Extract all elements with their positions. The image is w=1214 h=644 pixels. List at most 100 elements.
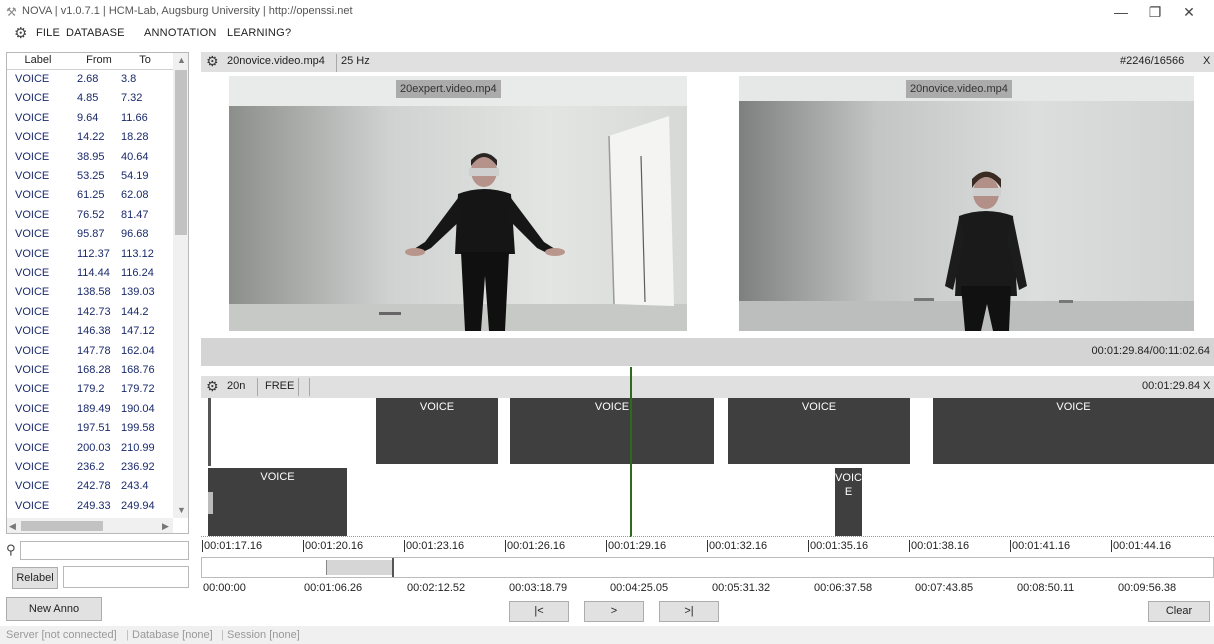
horizontal-scroll-thumb[interactable]: [21, 521, 103, 531]
menu-help[interactable]: ?: [285, 27, 291, 39]
row-to: 162.04: [121, 344, 155, 357]
table-row[interactable]: VOICE 249.33 249.94: [7, 498, 173, 515]
menu-database[interactable]: DATABASE: [66, 27, 125, 39]
overview-cursor[interactable]: [392, 558, 394, 577]
table-row[interactable]: VOICE 242.78 243.4: [7, 478, 173, 495]
table-row[interactable]: VOICE 95.87 96.68: [7, 226, 173, 243]
scroll-left-icon[interactable]: ◀: [9, 521, 16, 532]
voice-segment[interactable]: VOICE: [208, 468, 347, 536]
video-settings-gear-icon[interactable]: ⚙: [206, 53, 219, 70]
row-to: 210.99: [121, 441, 155, 454]
status-separator: |: [221, 629, 224, 641]
table-row[interactable]: VOICE 236.2 236.92: [7, 459, 173, 476]
table-row[interactable]: VOICE 61.25 62.08: [7, 187, 173, 204]
annotation-track-1[interactable]: VOICE VOICE VOICE VOICE: [201, 398, 1214, 466]
table-row[interactable]: VOICE 2.68 3.8: [7, 71, 173, 88]
segment-label: VOICE: [1056, 401, 1091, 413]
vertical-scroll-thumb[interactable]: [175, 70, 187, 235]
timeline-ruler[interactable]: 00:01:17.16 00:01:20.16 00:01:23.16 00:0…: [201, 536, 1214, 556]
column-to[interactable]: To: [121, 54, 169, 66]
media-position-bar[interactable]: 00:01:29.84/00:11:02.64: [201, 338, 1214, 366]
new-anno-button[interactable]: New Anno: [6, 597, 102, 621]
overview-tick: 00:03:18.79: [509, 582, 568, 594]
table-row[interactable]: VOICE 142.73 144.2: [7, 304, 173, 321]
close-tier-button[interactable]: X: [1203, 380, 1210, 392]
row-from: 114.44: [77, 267, 110, 279]
row-from: 249.33: [77, 499, 111, 512]
row-label: VOICE: [15, 383, 50, 396]
jump-to-start-button[interactable]: |<: [509, 601, 569, 622]
novice-video-label: 20novice.video.mp4: [906, 80, 1012, 98]
close-window-button[interactable]: ✕: [1166, 0, 1212, 24]
table-row[interactable]: VOICE 112.37 113.12: [7, 246, 173, 263]
scroll-up-icon[interactable]: ▲: [177, 55, 186, 65]
close-video-button[interactable]: X: [1203, 55, 1210, 67]
table-row[interactable]: VOICE 146.38 147.12: [7, 323, 173, 340]
table-row[interactable]: VOICE 76.52 81.47: [7, 207, 173, 224]
voice-segment[interactable]: VOICE: [933, 398, 1214, 464]
relabel-button[interactable]: Relabel: [12, 567, 58, 589]
menu-annotation[interactable]: ANNOTATION: [144, 27, 216, 39]
table-row[interactable]: VOICE 168.28 168.76: [7, 362, 173, 379]
row-to: 96.68: [121, 228, 149, 241]
row-to: 116.24: [121, 267, 154, 279]
jump-to-end-button[interactable]: >|: [659, 601, 719, 622]
row-to: 144.2: [121, 305, 149, 318]
overview-range-thumb[interactable]: [326, 560, 394, 575]
table-row[interactable]: VOICE 200.03 210.99: [7, 440, 173, 457]
row-label: VOICE: [15, 73, 50, 85]
table-row[interactable]: VOICE 38.95 40.64: [7, 149, 173, 166]
timeline-tick: 00:01:20.16: [303, 540, 364, 552]
tier-settings-gear-icon[interactable]: ⚙: [206, 378, 219, 395]
voice-segment[interactable]: VOIC E: [835, 468, 862, 536]
clear-button[interactable]: Clear: [1148, 601, 1210, 622]
voice-segment[interactable]: VOICE: [376, 398, 498, 464]
playhead-cursor[interactable]: [630, 367, 632, 537]
segment-handle[interactable]: [208, 492, 213, 514]
voice-segment[interactable]: VOICE: [728, 398, 910, 464]
table-row[interactable]: VOICE 4.85 7.32: [7, 90, 173, 107]
menu-file[interactable]: FILE: [36, 27, 60, 39]
tier-time: 00:01:29.84: [1142, 380, 1201, 392]
annotation-track-2[interactable]: VOICE VOIC E: [201, 468, 1214, 536]
settings-gear-icon[interactable]: ⚙: [14, 25, 27, 42]
overview-scroller[interactable]: [201, 557, 1214, 578]
row-label: VOICE: [15, 402, 50, 415]
table-row[interactable]: VOICE 53.25 54.19: [7, 168, 173, 185]
tier-mode[interactable]: FREE: [265, 380, 294, 392]
row-label: VOICE: [15, 364, 50, 376]
row-label: VOICE: [15, 441, 50, 454]
menu-learning[interactable]: LEARNING: [227, 27, 285, 39]
row-to: 40.64: [121, 150, 149, 163]
table-row[interactable]: VOICE 147.78 162.04: [7, 343, 173, 360]
segment-label: VOIC E: [835, 472, 862, 498]
annotation-table[interactable]: Label From To VOICE 2.68 3.8 VOICE 4.85 7.32 V…: [6, 52, 189, 534]
novice-video[interactable]: 20novice.video.mp4: [739, 76, 1194, 331]
search-input[interactable]: [20, 541, 189, 560]
table-row[interactable]: VOICE 138.58 139.03: [7, 284, 173, 301]
row-from: 147.78: [77, 344, 111, 357]
table-row[interactable]: VOICE 14.22 18.28: [7, 129, 173, 146]
status-session: Session [none]: [227, 629, 300, 641]
column-label[interactable]: Label: [7, 54, 69, 66]
scroll-right-icon[interactable]: ▶: [162, 521, 169, 532]
table-row[interactable]: VOICE 114.44 116.24: [7, 265, 173, 282]
row-from: 138.58: [77, 286, 111, 299]
table-row[interactable]: VOICE 189.49 190.04: [7, 401, 173, 418]
play-button[interactable]: >: [584, 601, 644, 622]
column-from[interactable]: From: [77, 54, 121, 66]
voice-segment[interactable]: VOICE: [510, 398, 714, 464]
table-row[interactable]: VOICE 197.51 199.58: [7, 420, 173, 437]
scroll-down-icon[interactable]: ▼: [177, 505, 186, 515]
table-row[interactable]: VOICE 9.64 11.66: [7, 110, 173, 127]
timeline-tick: 00:01:17.16: [202, 540, 263, 552]
table-row[interactable]: VOICE 179.2 179.72: [7, 381, 173, 398]
segment-label: VOICE: [801, 401, 837, 413]
media-position: 00:01:29.84/00:11:02.64: [1091, 345, 1210, 357]
expert-video[interactable]: 20expert.video.mp4: [229, 76, 687, 331]
row-to: 249.94: [121, 499, 155, 512]
row-from: 200.03: [77, 441, 111, 454]
relabel-input[interactable]: [63, 566, 189, 588]
segment-edge: [208, 398, 211, 466]
row-to: 62.08: [121, 189, 149, 202]
